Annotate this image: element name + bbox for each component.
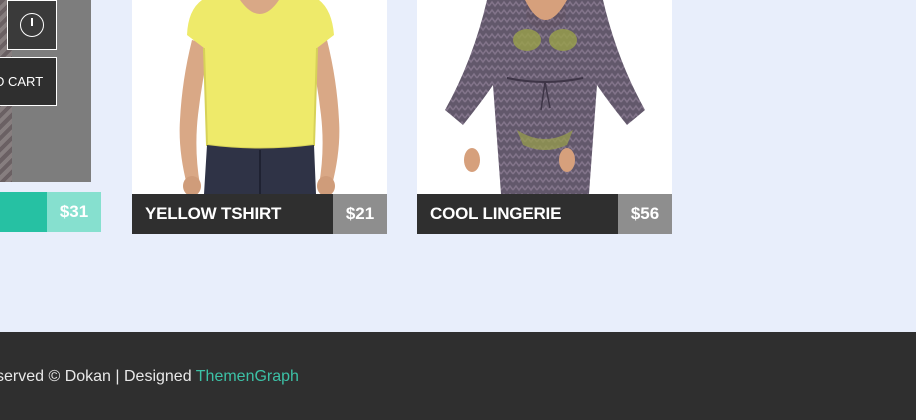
product-name[interactable]: COOL LINGERIE — [417, 194, 618, 234]
product-card[interactable]: YELLOW TSHIRT $21 — [132, 0, 387, 234]
copyright-label: served © Dokan | Designed — [0, 368, 196, 385]
product-name[interactable]: YELLOW TSHIRT — [132, 194, 333, 234]
product-card[interactable]: COOL LINGERIE $56 — [417, 0, 672, 234]
add-to-cart-label: D CART — [0, 74, 44, 89]
product-card[interactable]: D CART $31 — [0, 0, 101, 232]
product-image[interactable] — [132, 0, 387, 194]
site-footer: served © Dokan | Designed ThemenGraph — [0, 332, 916, 420]
product-info-bar: YELLOW TSHIRT $21 — [132, 194, 387, 234]
quick-view-button[interactable] — [7, 0, 57, 50]
product-image[interactable] — [417, 0, 672, 194]
copyright-text: served © Dokan | Designed ThemenGraph — [0, 368, 299, 386]
product-price: $31 — [47, 192, 101, 232]
product-name[interactable] — [0, 192, 47, 232]
add-to-cart-button[interactable]: D CART — [0, 57, 57, 106]
clock-icon — [20, 13, 44, 37]
product-price: $56 — [618, 194, 672, 234]
yellow-tshirt-image — [132, 0, 387, 194]
product-info-bar: $31 — [0, 192, 101, 232]
cool-lingerie-image — [417, 0, 672, 194]
product-price: $21 — [333, 194, 387, 234]
designer-link[interactable]: ThemenGraph — [196, 368, 299, 385]
product-info-bar: COOL LINGERIE $56 — [417, 194, 672, 234]
